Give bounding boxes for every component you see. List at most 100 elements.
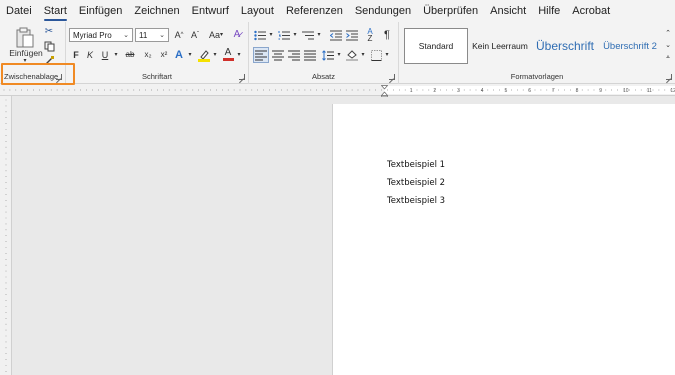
grow-font-button[interactable]: A ^ [172,28,186,42]
ruler-number: 5 [505,88,508,94]
bold-button[interactable]: F [70,48,82,62]
styles-scroll-down-icon[interactable]: ⌄ [663,40,673,50]
tab-datei[interactable]: Datei [0,5,38,22]
tab-layout[interactable]: Layout [235,5,280,22]
document-page[interactable]: Textbeispiel 1 Textbeispiel 2 Textbeispi… [332,104,675,375]
horizontal-ruler[interactable]: 1 2 3 4 5 6 7 8 9 10 11 12 [0,84,675,98]
highlighter-icon[interactable] [197,48,211,62]
chevron-down-icon[interactable]: ▾ [267,28,275,42]
underline-button[interactable]: U [99,48,111,62]
sort-icon[interactable]: AZ [363,28,377,43]
justify-icon[interactable] [303,48,317,62]
paragraph-2[interactable]: Textbeispiel 2 [387,178,445,188]
italic-button[interactable]: K [84,48,96,62]
paragraph-group-label: Absatz [312,72,335,81]
chevron-down-icon[interactable]: ▾ [211,48,219,62]
paste-icon[interactable] [12,26,38,50]
chevron-down-icon[interactable]: ▾ [359,48,367,62]
tab-ansicht[interactable]: Ansicht [484,5,532,22]
styles-group: Standard Kein Leerraum Überschrift Übers… [399,22,675,84]
ruler-number: 6 [528,88,531,94]
paragraph-1[interactable]: Textbeispiel 1 [387,160,445,170]
ruler-number: 1 [410,88,413,94]
ruler-number: 2 [433,88,436,94]
tab-referenzen[interactable]: Referenzen [280,5,349,22]
font-family-value: Myriad Pro [73,30,112,40]
style-ueberschrift-2[interactable]: Überschrift 2 [599,28,661,64]
tab-hilfe[interactable]: Hilfe [532,5,566,22]
change-case-label: Aa [208,29,220,40]
ruler-number: 7 [552,88,555,94]
tab-zeichnen[interactable]: Zeichnen [128,5,185,22]
superscript-button[interactable]: x² [157,48,171,62]
chevron-down-icon[interactable]: ▾ [335,48,343,62]
vertical-ruler[interactable] [0,96,12,375]
chevron-down-icon[interactable]: ▾ [315,28,323,42]
styles-scroll-up-icon[interactable]: ⌃ [663,28,673,38]
ruler-number: 12 [670,88,675,94]
tab-sendungen[interactable]: Sendungen [349,5,417,22]
tab-start[interactable]: Start [38,5,73,22]
subscript-button[interactable]: x₂ [141,48,155,62]
increase-indent-icon[interactable] [345,28,359,42]
multilevel-list-icon[interactable] [301,28,315,42]
paragraph-launcher-icon[interactable] [389,74,395,80]
chevron-down-icon[interactable]: ▾ [186,48,194,62]
style-standard[interactable]: Standard [404,28,468,64]
cut-icon[interactable]: ✂ [42,26,56,38]
align-left-icon[interactable] [253,47,269,63]
change-case-button[interactable]: Aa ▾ [206,28,226,42]
clear-formatting-icon[interactable]: A̷ [230,28,244,42]
ruler-number: 3 [457,88,460,94]
font-color-swatch [222,58,234,61]
style-kein-leerraum[interactable]: Kein Leerraum [469,28,531,64]
text-effects-button[interactable]: A [172,48,186,62]
copy-icon[interactable] [42,40,56,52]
pilcrow-icon[interactable]: ¶ [381,28,393,42]
font-launcher-icon[interactable] [239,74,245,80]
style-ueberschrift[interactable]: Überschrift [532,28,598,64]
ruler-number: 4 [481,88,484,94]
chevron-down-icon[interactable]: ▾ [235,48,243,62]
chevron-down-icon: ⌄ [159,32,165,39]
font-size-value: 11 [139,30,148,40]
styles-more-icon[interactable]: ⩡ [663,52,673,62]
styles-launcher-icon[interactable] [666,74,672,80]
ruler-number: 8 [576,88,579,94]
highlight-box [1,63,75,85]
font-group: Myriad Pro ⌄ 11 ⌄ A ^ Aˇ Aa ▾ A̷ F K U ▾ ab … [66,22,249,84]
numbering-icon[interactable] [277,28,291,42]
borders-icon[interactable] [369,48,383,62]
align-right-icon[interactable] [287,48,301,62]
tab-acrobat[interactable]: Acrobat [566,5,616,22]
font-group-label: Schriftart [141,72,172,81]
align-center-icon[interactable] [271,48,285,62]
paste-button[interactable]: Einfügen [8,48,44,58]
tab-entwurf[interactable]: Entwurf [186,5,235,22]
styles-group-label: Formatvorlagen [510,72,564,81]
font-color-button[interactable]: A [221,47,235,62]
ribbon: Einfügen ▾ ✂ Zwischenablage Myriad Pro ⌄ … [0,22,675,84]
menu-bar: Datei Start Einfügen Zeichnen Entwurf La… [0,0,675,22]
chevron-down-icon[interactable]: ▾ [112,48,120,62]
ruler-number: 10 [623,88,629,94]
font-size-select[interactable]: 11 ⌄ [135,28,169,42]
chevron-down-icon: ⌄ [123,32,129,39]
font-family-select[interactable]: Myriad Pro ⌄ [69,28,133,42]
indent-marker-icon[interactable] [380,84,389,98]
shading-icon[interactable] [345,48,359,62]
chevron-down-icon[interactable]: ▾ [383,48,391,62]
vertical-ruler-ticks [5,99,7,372]
ruler-ticks: 1 2 3 4 5 6 7 8 9 10 11 12 [3,88,675,94]
tab-einfuegen[interactable]: Einfügen [73,5,128,22]
decrease-indent-icon[interactable] [329,28,343,42]
paragraph-3[interactable]: Textbeispiel 3 [387,196,445,206]
line-spacing-icon[interactable] [321,48,335,62]
bullets-icon[interactable] [253,28,267,42]
chevron-down-icon[interactable]: ▾ [291,28,299,42]
strikethrough-button[interactable]: ab [123,48,137,62]
tab-ueberpruefen[interactable]: Überprüfen [417,5,484,22]
ruler-number: 9 [599,88,602,94]
shrink-font-button[interactable]: Aˇ [188,28,202,42]
font-color-label: A [224,47,232,58]
